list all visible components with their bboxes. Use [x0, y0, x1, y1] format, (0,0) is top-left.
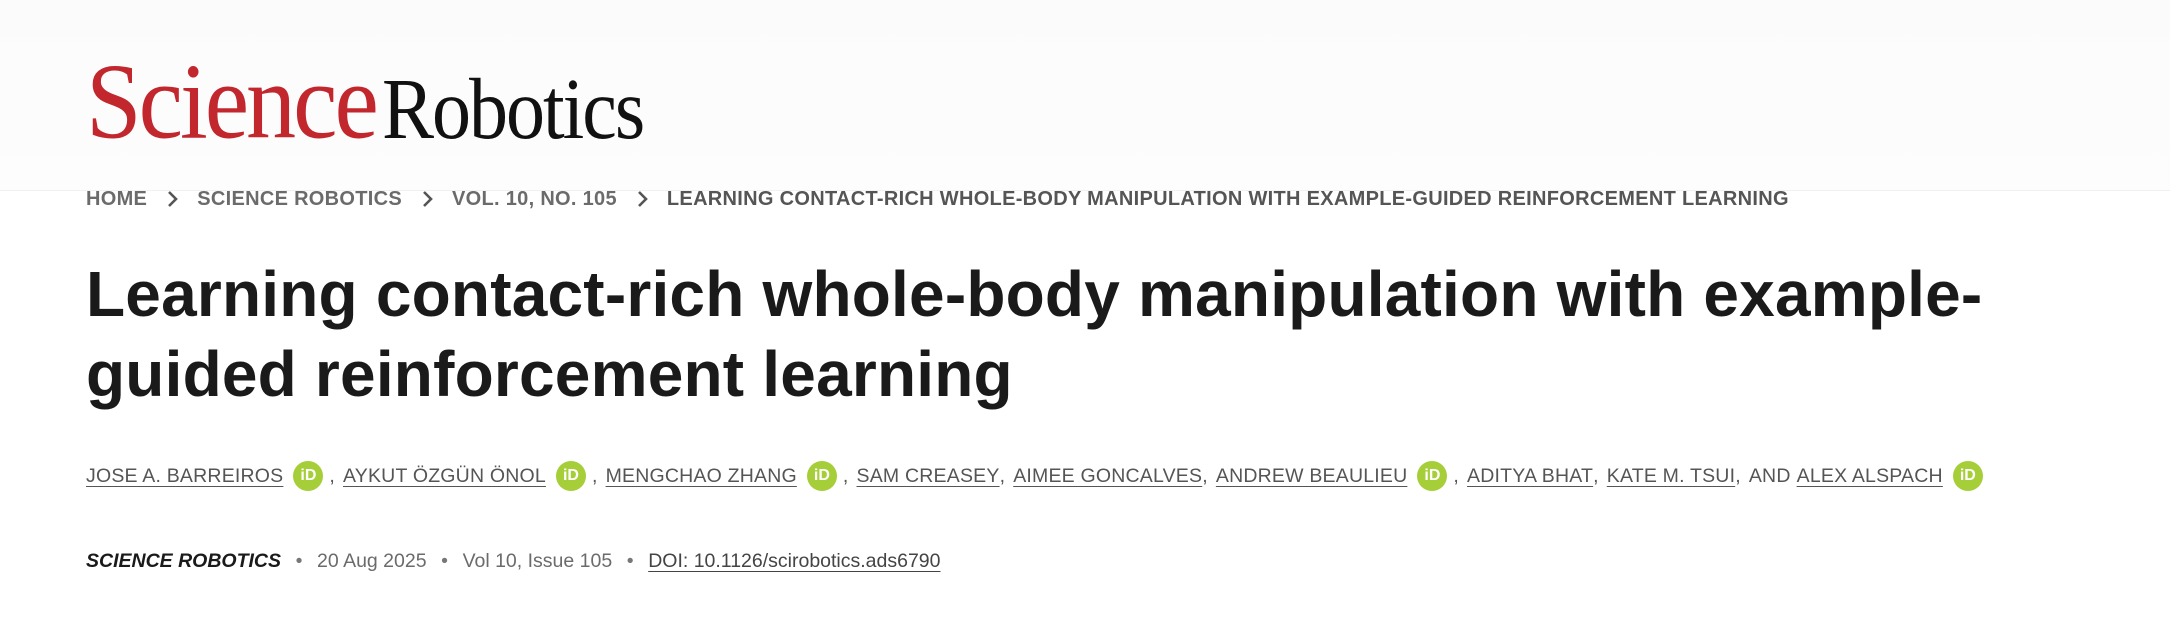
- breadcrumb-current-article: LEARNING CONTACT-RICH WHOLE-BODY MANIPUL…: [666, 187, 1789, 210]
- breadcrumb: HOME SCIENCE ROBOTICS VOL. 10, NO. 105 L…: [86, 184, 1789, 214]
- article-title: Learning contact-rich whole-body manipul…: [86, 258, 1983, 410]
- author-separator: ,: [1202, 464, 1208, 487]
- chevron-right-icon: [402, 188, 452, 211]
- volume-issue: Vol 10, Issue 105: [462, 549, 613, 572]
- author-link[interactable]: ADITYA BHAT: [1467, 465, 1593, 488]
- author-link[interactable]: ALEX ALSPACH: [1797, 465, 1943, 488]
- author-link[interactable]: ANDREW BEAULIEU: [1216, 465, 1408, 488]
- logo-robotics-text: Robotics: [381, 59, 645, 158]
- meta-separator: •: [295, 549, 303, 572]
- chevron-right-icon: [147, 188, 197, 211]
- author-and-text: AND: [1748, 464, 1791, 487]
- author-link[interactable]: MENGCHAO ZHANG: [606, 465, 797, 488]
- author-link[interactable]: JOSE A. BARREIROS: [86, 465, 283, 488]
- publication-date: 20 Aug 2025: [317, 549, 427, 572]
- author-link[interactable]: SAM CREASEY: [857, 465, 1000, 488]
- site-header: Science Robotics: [0, 0, 2170, 191]
- doi-link[interactable]: DOI: 10.1126/scirobotics.ads6790: [648, 550, 940, 573]
- article-meta: SCIENCE ROBOTICS • 20 Aug 2025 • Vol 10,…: [86, 546, 941, 576]
- meta-separator: •: [441, 549, 448, 572]
- logo-science-text: Science: [86, 41, 379, 162]
- author-link[interactable]: KATE M. TSUI: [1607, 465, 1735, 488]
- orcid-icon[interactable]: iD: [293, 461, 324, 491]
- author-separator: ,: [1593, 464, 1599, 487]
- meta-separator: •: [626, 549, 634, 572]
- journal-name: SCIENCE ROBOTICS: [86, 549, 282, 572]
- orcid-icon[interactable]: iD: [555, 461, 586, 491]
- orcid-icon[interactable]: iD: [806, 461, 837, 491]
- author-separator: ,: [842, 464, 849, 487]
- orcid-icon[interactable]: iD: [1952, 461, 1983, 491]
- breadcrumb-home-link[interactable]: HOME: [86, 188, 147, 211]
- author-separator: ,: [591, 464, 598, 487]
- author-separator: ,: [329, 464, 335, 487]
- author-list: JOSE A. BARREIROS iD , AYKUT ÖZGÜN ÖNOL …: [86, 459, 1989, 493]
- author-link[interactable]: AIMEE GONCALVES: [1013, 465, 1202, 488]
- breadcrumb-issue-link[interactable]: VOL. 10, NO. 105: [452, 188, 617, 211]
- chevron-right-icon: [617, 188, 667, 211]
- author-separator: ,: [999, 464, 1006, 487]
- article-page: Science Robotics HOME SCIENCE ROBOTICS V…: [0, 0, 2170, 642]
- breadcrumb-journal-link[interactable]: SCIENCE ROBOTICS: [197, 188, 402, 211]
- journal-logo[interactable]: Science Robotics: [86, 47, 645, 157]
- orcid-icon[interactable]: iD: [1417, 461, 1448, 491]
- author-separator: ,: [1735, 464, 1741, 487]
- author-separator: ,: [1453, 464, 1460, 487]
- author-link[interactable]: AYKUT ÖZGÜN ÖNOL: [343, 465, 546, 488]
